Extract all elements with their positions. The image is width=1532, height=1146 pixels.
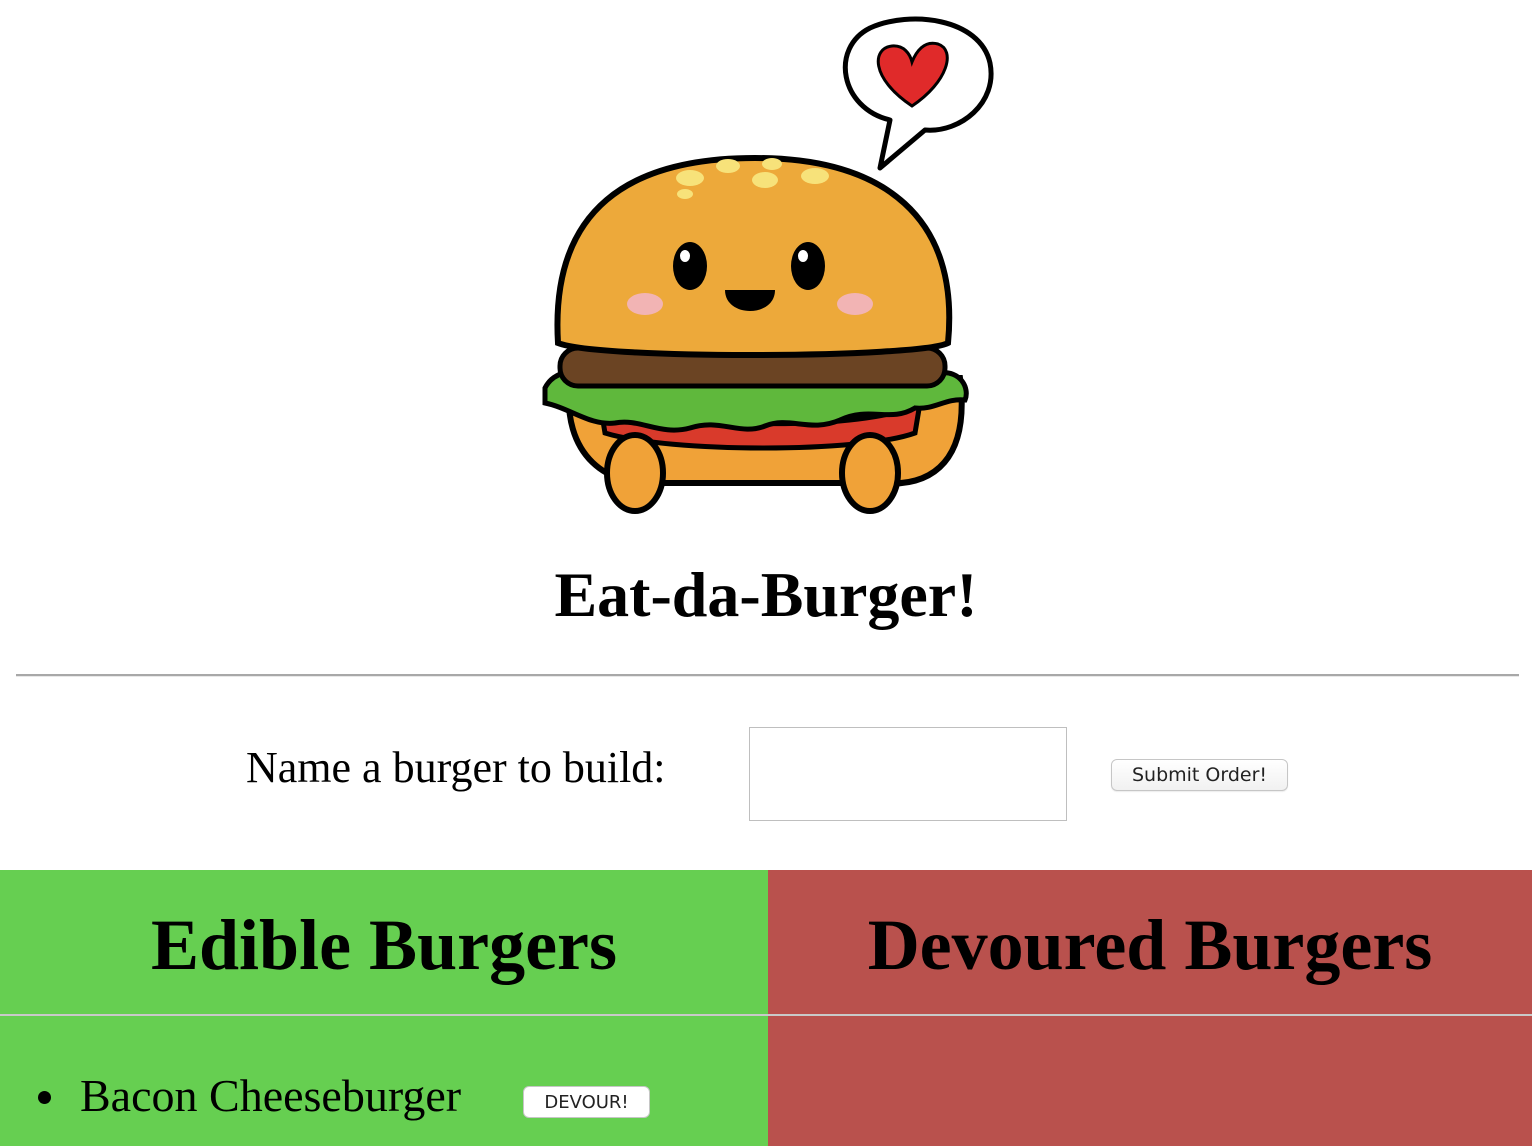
burger-name-label: Name a burger to build: [246,743,666,792]
edible-burgers-heading: Edible Burgers [0,870,768,1016]
burger-mascot-icon [542,16,994,514]
page: Eat-da-Burger! Name a burger to build: S… [0,0,1532,1146]
list-item: Bacon Cheeseburger DEVOUR! [0,1070,768,1124]
devour-button[interactable]: DEVOUR! [523,1086,650,1118]
edible-burgers-column: Edible Burgers Bacon Cheeseburger DEVOUR… [0,870,768,1146]
devoured-burgers-heading: Devoured Burgers [768,870,1532,1016]
burger-name: Bacon Cheeseburger [80,1070,462,1121]
bullet-icon [38,1091,51,1104]
submit-order-button[interactable]: Submit Order! [1111,759,1288,791]
devoured-burgers-column: Devoured Burgers [768,870,1532,1146]
divider [16,674,1519,677]
burger-name-input[interactable] [749,727,1067,821]
page-title: Eat-da-Burger! [554,559,978,630]
